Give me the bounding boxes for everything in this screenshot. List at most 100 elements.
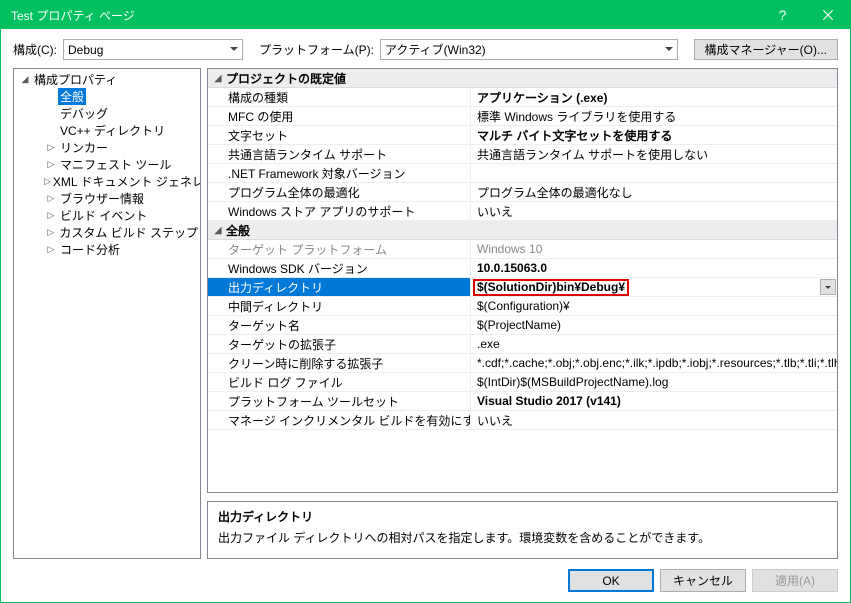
property-row[interactable]: Windows ストア アプリのサポートいいえ (208, 202, 837, 221)
property-row[interactable]: Windows SDK バージョン10.0.15063.0 (208, 259, 837, 278)
property-row[interactable]: 構成の種類アプリケーション (.exe) (208, 88, 837, 107)
tree-item[interactable]: 全般 (14, 88, 200, 105)
property-value[interactable]: $(ProjectName) (470, 316, 837, 334)
tree-item[interactable]: ▷ビルド イベント (14, 207, 200, 224)
description-body: 出力ファイル ディレクトリへの相対パスを指定します。環境変数を含めることができま… (218, 529, 827, 546)
config-combo[interactable]: Debug (63, 39, 243, 60)
property-label: 共通言語ランタイム サポート (208, 145, 470, 163)
collapse-icon: ◢ (210, 73, 226, 84)
property-label: プログラム全体の最適化 (208, 183, 470, 201)
property-row[interactable]: MFC の使用標準 Windows ライブラリを使用する (208, 107, 837, 126)
tree-item[interactable]: ▷ブラウザー情報 (14, 190, 200, 207)
tree-item[interactable]: ▷コード分析 (14, 241, 200, 258)
close-button[interactable] (805, 1, 850, 29)
property-row[interactable]: マネージ インクリメンタル ビルドを有効にするいいえ (208, 411, 837, 430)
property-row[interactable]: ターゲット プラットフォームWindows 10 (208, 240, 837, 259)
collapse-icon: ◢ (18, 74, 32, 85)
property-row[interactable]: ビルド ログ ファイル$(IntDir)$(MSBuildProjectName… (208, 373, 837, 392)
description-panel: 出力ディレクトリ 出力ファイル ディレクトリへの相対パスを指定します。環境変数を… (207, 501, 838, 559)
property-label: MFC の使用 (208, 107, 470, 125)
property-value[interactable]: マルチ バイト文字セットを使用する (470, 126, 837, 144)
property-label: 中間ディレクトリ (208, 297, 470, 315)
property-label: ターゲット プラットフォーム (208, 240, 470, 258)
property-label: Windows ストア アプリのサポート (208, 202, 470, 220)
tree-item[interactable]: デバッグ (14, 105, 200, 122)
property-value[interactable]: Windows 10 (470, 240, 837, 258)
property-row[interactable]: 中間ディレクトリ$(Configuration)¥ (208, 297, 837, 316)
tree-item-label: コード分析 (58, 241, 122, 258)
property-value[interactable]: $(IntDir)$(MSBuildProjectName).log (470, 373, 837, 391)
property-value[interactable]: いいえ (470, 411, 837, 429)
ok-button[interactable]: OK (568, 569, 654, 592)
tree-item[interactable]: ▷マニフェスト ツール (14, 156, 200, 173)
platform-combo[interactable]: アクティブ(Win32) (380, 39, 678, 60)
property-row[interactable]: 出力ディレクトリ$(SolutionDir)bin¥Debug¥ (208, 278, 837, 297)
property-value[interactable]: Visual Studio 2017 (v141) (470, 392, 837, 410)
tree-item[interactable]: ▷カスタム ビルド ステップ (14, 224, 200, 241)
property-row[interactable]: プログラム全体の最適化プログラム全体の最適化なし (208, 183, 837, 202)
tree-item-label: デバッグ (58, 105, 110, 122)
tree-item-label: カスタム ビルド ステップ (57, 224, 200, 241)
edit-highlight: $(SolutionDir)bin¥Debug¥ (473, 279, 629, 296)
category-tree[interactable]: ◢構成プロパティ全般デバッグVC++ ディレクトリ▷リンカー▷マニフェスト ツー… (13, 68, 201, 559)
dialog-buttons: OK キャンセル 適用(A) (1, 559, 850, 602)
group-title: 全般 (226, 222, 250, 239)
property-row[interactable]: .NET Framework 対象バージョン (208, 164, 837, 183)
tree-item[interactable]: ▷XML ドキュメント ジェネレーター (14, 173, 200, 190)
property-label: 出力ディレクトリ (208, 278, 470, 296)
tree-item[interactable]: VC++ ディレクトリ (14, 122, 200, 139)
tree-item-label: 構成プロパティ (32, 71, 119, 88)
property-row[interactable]: ターゲットの拡張子.exe (208, 335, 837, 354)
expand-icon: ▷ (44, 142, 58, 153)
platform-label: プラットフォーム(P): (259, 41, 374, 58)
property-value[interactable]: プログラム全体の最適化なし (470, 183, 837, 201)
right-pane: ◢プロジェクトの既定値構成の種類アプリケーション (.exe)MFC の使用標準… (207, 68, 838, 559)
property-label: クリーン時に削除する拡張子 (208, 354, 470, 372)
property-label: ビルド ログ ファイル (208, 373, 470, 391)
dropdown-button[interactable] (820, 279, 836, 295)
property-value[interactable]: *.cdf;*.cache;*.obj;*.obj.enc;*.ilk;*.ip… (470, 354, 837, 372)
property-label: Windows SDK バージョン (208, 259, 470, 277)
property-value[interactable] (470, 164, 837, 182)
property-grid: ◢プロジェクトの既定値構成の種類アプリケーション (.exe)MFC の使用標準… (207, 68, 838, 493)
tree-item-label: ビルド イベント (58, 207, 149, 224)
property-value[interactable]: 標準 Windows ライブラリを使用する (470, 107, 837, 125)
property-row[interactable]: 共通言語ランタイム サポート共通言語ランタイム サポートを使用しない (208, 145, 837, 164)
cancel-button[interactable]: キャンセル (660, 569, 746, 592)
property-row[interactable]: クリーン時に削除する拡張子*.cdf;*.cache;*.obj;*.obj.e… (208, 354, 837, 373)
property-value[interactable]: $(Configuration)¥ (470, 297, 837, 315)
property-label: 構成の種類 (208, 88, 470, 106)
property-row[interactable]: 文字セットマルチ バイト文字セットを使用する (208, 126, 837, 145)
help-button[interactable]: ? (760, 1, 805, 29)
group-title: プロジェクトの既定値 (226, 70, 346, 87)
expand-icon: ▷ (44, 227, 57, 238)
config-manager-button[interactable]: 構成マネージャー(O)... (694, 39, 839, 60)
config-label: 構成(C): (13, 41, 57, 58)
property-label: プラットフォーム ツールセット (208, 392, 470, 410)
property-value[interactable]: アプリケーション (.exe) (470, 88, 837, 106)
property-row[interactable]: プラットフォーム ツールセットVisual Studio 2017 (v141) (208, 392, 837, 411)
property-row[interactable]: ターゲット名$(ProjectName) (208, 316, 837, 335)
close-icon (823, 10, 833, 20)
tree-item-label: リンカー (58, 139, 110, 156)
property-label: ターゲットの拡張子 (208, 335, 470, 353)
property-value[interactable]: 共通言語ランタイム サポートを使用しない (470, 145, 837, 163)
window-title: Test プロパティ ページ (1, 7, 760, 24)
tree-root-item[interactable]: ◢構成プロパティ (14, 71, 200, 88)
content-area: ◢構成プロパティ全般デバッグVC++ ディレクトリ▷リンカー▷マニフェスト ツー… (1, 68, 850, 559)
titlebar: Test プロパティ ページ ? (1, 1, 850, 29)
expand-icon: ▷ (44, 159, 58, 170)
tree-item[interactable]: ▷リンカー (14, 139, 200, 156)
collapse-icon: ◢ (210, 225, 226, 236)
property-value[interactable]: .exe (470, 335, 837, 353)
apply-button[interactable]: 適用(A) (752, 569, 838, 592)
property-label: ターゲット名 (208, 316, 470, 334)
property-value[interactable]: 10.0.15063.0 (470, 259, 837, 277)
property-value[interactable]: いいえ (470, 202, 837, 220)
tree-item-label: マニフェスト ツール (58, 156, 173, 173)
group-header[interactable]: ◢全般 (208, 221, 837, 240)
expand-icon: ▷ (44, 176, 51, 187)
property-value[interactable]: $(SolutionDir)bin¥Debug¥ (470, 278, 837, 296)
group-header[interactable]: ◢プロジェクトの既定値 (208, 69, 837, 88)
property-label: .NET Framework 対象バージョン (208, 164, 470, 182)
